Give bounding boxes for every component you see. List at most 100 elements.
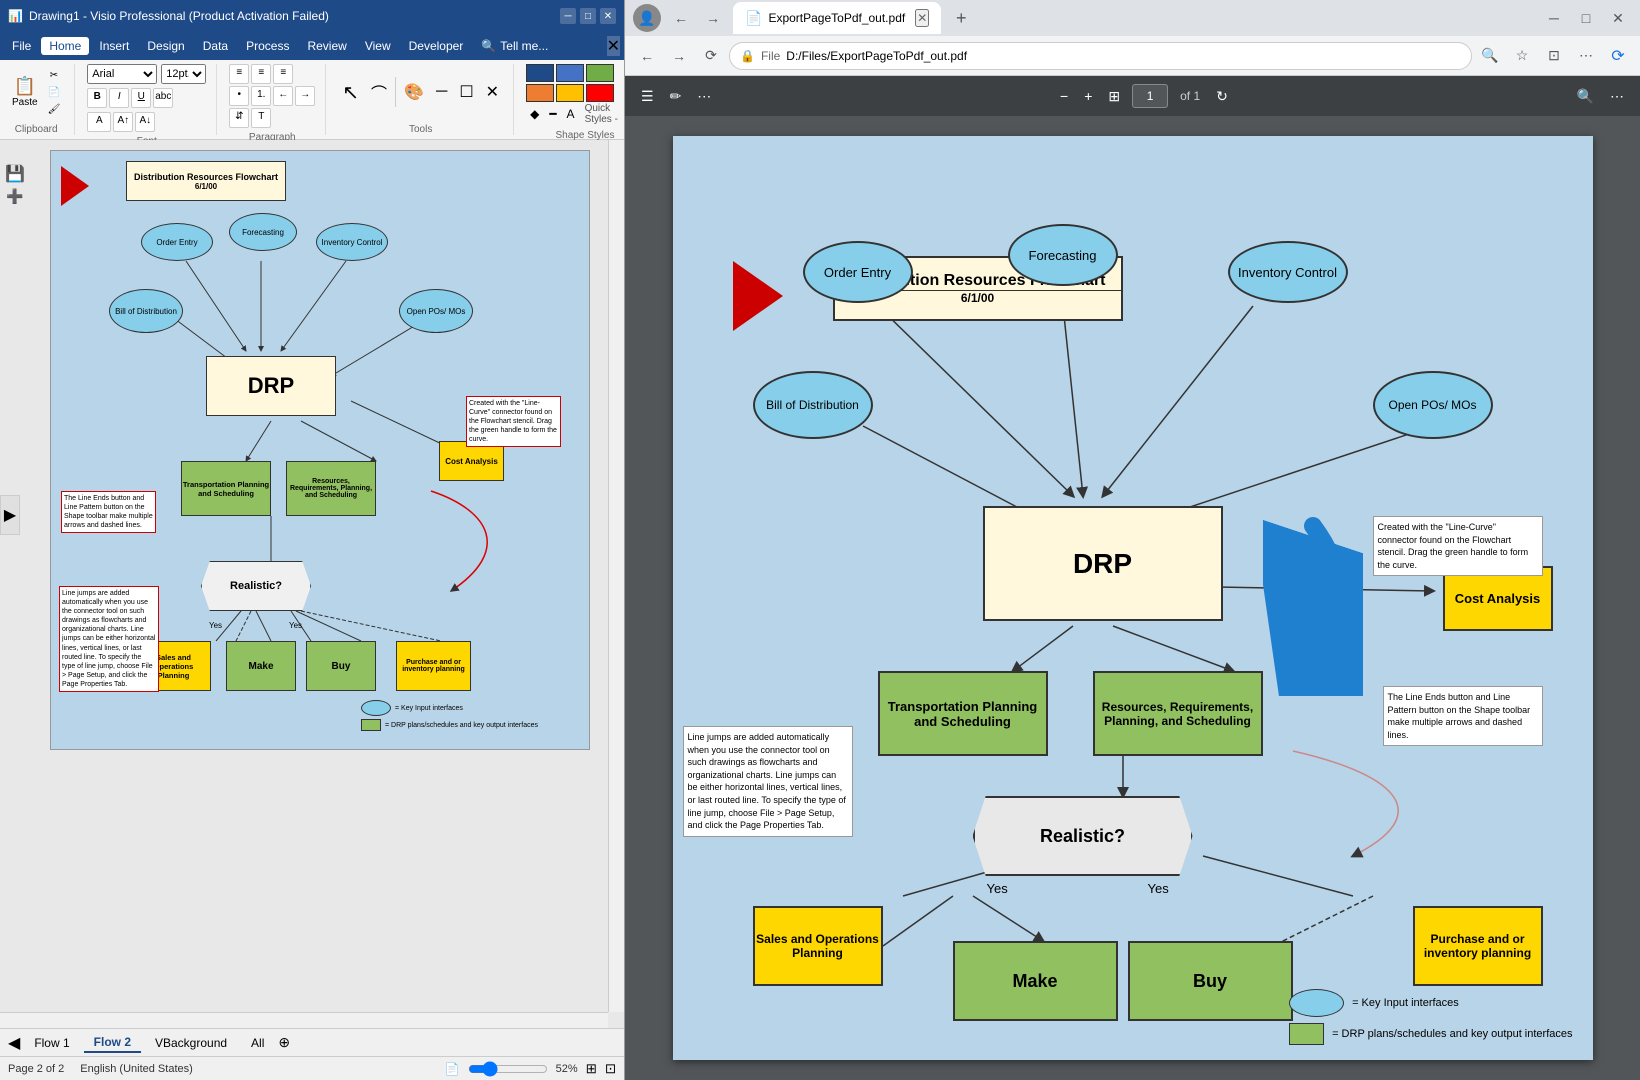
- tab-flow1[interactable]: Flow 1: [24, 1034, 79, 1052]
- menu-home[interactable]: Home: [41, 37, 89, 55]
- nav-forward-button[interactable]: →: [665, 42, 693, 70]
- browser-forward-button[interactable]: →: [699, 4, 727, 32]
- menu-design[interactable]: Design: [139, 37, 192, 55]
- minimize-button[interactable]: ─: [560, 8, 576, 24]
- visio-scrollbar-horizontal[interactable]: [0, 1012, 608, 1028]
- browser-tab[interactable]: 📄 ExportPageToPdf_out.pdf ✕: [733, 2, 941, 34]
- delete-format-button[interactable]: ✕: [482, 80, 503, 104]
- nav-back-button[interactable]: ←: [633, 42, 661, 70]
- browser-back-button[interactable]: ←: [667, 4, 695, 32]
- browser-nav-controls: ← →: [667, 4, 727, 32]
- font-color-button[interactable]: A: [87, 112, 111, 132]
- pointer-tool-button[interactable]: ↖: [338, 78, 363, 107]
- strikethrough-button[interactable]: abc: [153, 88, 173, 108]
- new-tab-button[interactable]: +: [947, 4, 975, 32]
- italic-button[interactable]: I: [109, 88, 129, 108]
- visio-scrollbar-vertical[interactable]: [608, 140, 624, 1012]
- fill-button[interactable]: 🎨: [400, 80, 428, 104]
- sidebar-expand-button[interactable]: ▶: [0, 495, 20, 535]
- menu-data[interactable]: Data: [195, 37, 236, 55]
- close-button[interactable]: ✕: [600, 8, 616, 24]
- pdf-sidebar-toggle[interactable]: ☰: [637, 84, 658, 109]
- browser-minimize-button[interactable]: ─: [1540, 4, 1568, 32]
- add-page-button[interactable]: ⊕: [278, 1034, 290, 1051]
- decrease-indent-button[interactable]: ←: [273, 86, 293, 106]
- menu-tellme[interactable]: 🔍 Tell me...: [473, 37, 556, 55]
- format-painter-button[interactable]: 🖌: [44, 102, 65, 117]
- tab-all[interactable]: All: [241, 1034, 274, 1052]
- pdf-fit-button[interactable]: ⊞: [1104, 84, 1124, 109]
- menu-insert[interactable]: Insert: [91, 37, 137, 55]
- pdf-more-button[interactable]: ⋯: [693, 84, 715, 109]
- line-button[interactable]: ─: [432, 81, 451, 103]
- pdf-content-area[interactable]: Distribution Resources Flowchart 6/1/00 …: [625, 116, 1640, 1080]
- browser-restore-button[interactable]: □: [1572, 4, 1600, 32]
- style-swatch-1[interactable]: [526, 64, 554, 82]
- numbered-list-button[interactable]: 1.: [251, 86, 271, 106]
- paste-button[interactable]: 📋 Paste: [8, 74, 42, 110]
- save-quick-button[interactable]: 💾: [5, 164, 25, 184]
- restore-button[interactable]: □: [580, 8, 596, 24]
- scroll-tabs-left-button[interactable]: ◀: [8, 1033, 20, 1053]
- reload-button[interactable]: ⟳: [697, 42, 725, 70]
- bookmark-button[interactable]: ☆: [1508, 42, 1536, 70]
- pdf-realistic-label: Realistic?: [1040, 826, 1125, 847]
- browser-extension-button[interactable]: ⟳: [1604, 42, 1632, 70]
- style-swatch-5[interactable]: [556, 84, 584, 102]
- tab-flow2[interactable]: Flow 2: [84, 1033, 141, 1053]
- increase-indent-button[interactable]: →: [295, 86, 315, 106]
- ribbon-close-button[interactable]: ✕: [607, 36, 620, 56]
- menu-review[interactable]: Review: [299, 37, 354, 55]
- more-browser-button[interactable]: ⋯: [1572, 42, 1600, 70]
- pdf-search-button[interactable]: 🔍: [1573, 84, 1598, 109]
- bold-button[interactable]: B: [87, 88, 107, 108]
- fit-page-button[interactable]: ⊞: [586, 1061, 597, 1077]
- zoom-browser-button[interactable]: 🔍: [1476, 42, 1504, 70]
- menu-file[interactable]: File: [4, 37, 39, 55]
- style-swatch-4[interactable]: [526, 84, 554, 102]
- menu-view[interactable]: View: [357, 37, 399, 55]
- flowchart-title-text: Distribution Resources Flowchart: [134, 172, 278, 182]
- browser-profile-icon[interactable]: 👤: [633, 4, 661, 32]
- menu-developer[interactable]: Developer: [401, 37, 472, 55]
- cut-button[interactable]: ✂: [44, 68, 65, 83]
- connector-tool-button[interactable]: ⌒: [367, 78, 391, 106]
- tab-vbackground[interactable]: VBackground: [145, 1034, 237, 1052]
- pdf-more-tools-button[interactable]: ⋯: [1606, 84, 1628, 109]
- url-bar[interactable]: 🔒 File D:/Files/ExportPageToPdf_out.pdf: [729, 42, 1472, 70]
- visio-diagram-canvas[interactable]: Distribution Resources Flowchart 6/1/00 …: [50, 150, 590, 750]
- align-center-button[interactable]: ≡: [251, 64, 271, 84]
- pdf-page-input[interactable]: [1132, 84, 1168, 108]
- style-swatch-2[interactable]: [556, 64, 584, 82]
- effects-button[interactable]: A: [563, 105, 579, 123]
- pdf-zoom-in-button[interactable]: +: [1080, 84, 1096, 108]
- style-swatch-6[interactable]: [586, 84, 614, 102]
- copy-button[interactable]: 📄: [44, 85, 65, 100]
- increase-font-button[interactable]: A↑: [113, 112, 133, 132]
- font-size-select[interactable]: 12pt.: [161, 64, 206, 84]
- fill-shape-button[interactable]: ◆: [526, 105, 543, 123]
- shadow-button[interactable]: ☐: [455, 80, 477, 104]
- align-right-button[interactable]: ≡: [273, 64, 293, 84]
- zoom-slider[interactable]: [468, 1061, 548, 1077]
- pdf-draw-button[interactable]: ✏: [666, 84, 686, 109]
- browser-close-button[interactable]: ✕: [1604, 4, 1632, 32]
- pdf-rotate-button[interactable]: ↻: [1212, 84, 1232, 109]
- bill-distribution-label: Bill of Distribution: [115, 307, 177, 316]
- underline-button[interactable]: U: [131, 88, 151, 108]
- menu-process[interactable]: Process: [238, 37, 297, 55]
- text-block-button[interactable]: T: [251, 108, 271, 128]
- add-shape-button[interactable]: ➕: [6, 188, 23, 205]
- tab-close-button[interactable]: ✕: [915, 9, 929, 27]
- decrease-font-button[interactable]: A↓: [135, 112, 155, 132]
- pdf-zoom-out-button[interactable]: −: [1056, 84, 1072, 108]
- align-left-button[interactable]: ≡: [229, 64, 249, 84]
- fit-width-button[interactable]: ⊡: [605, 1061, 616, 1077]
- page-view-button[interactable]: 📄: [445, 1062, 460, 1076]
- style-swatch-3[interactable]: [586, 64, 614, 82]
- font-select[interactable]: Arial: [87, 64, 157, 84]
- bullet-list-button[interactable]: •: [229, 86, 249, 106]
- text-direction-button[interactable]: ⇵: [229, 108, 249, 128]
- line-style-button[interactable]: ━: [545, 105, 560, 123]
- container-button[interactable]: ⊡: [1540, 42, 1568, 70]
